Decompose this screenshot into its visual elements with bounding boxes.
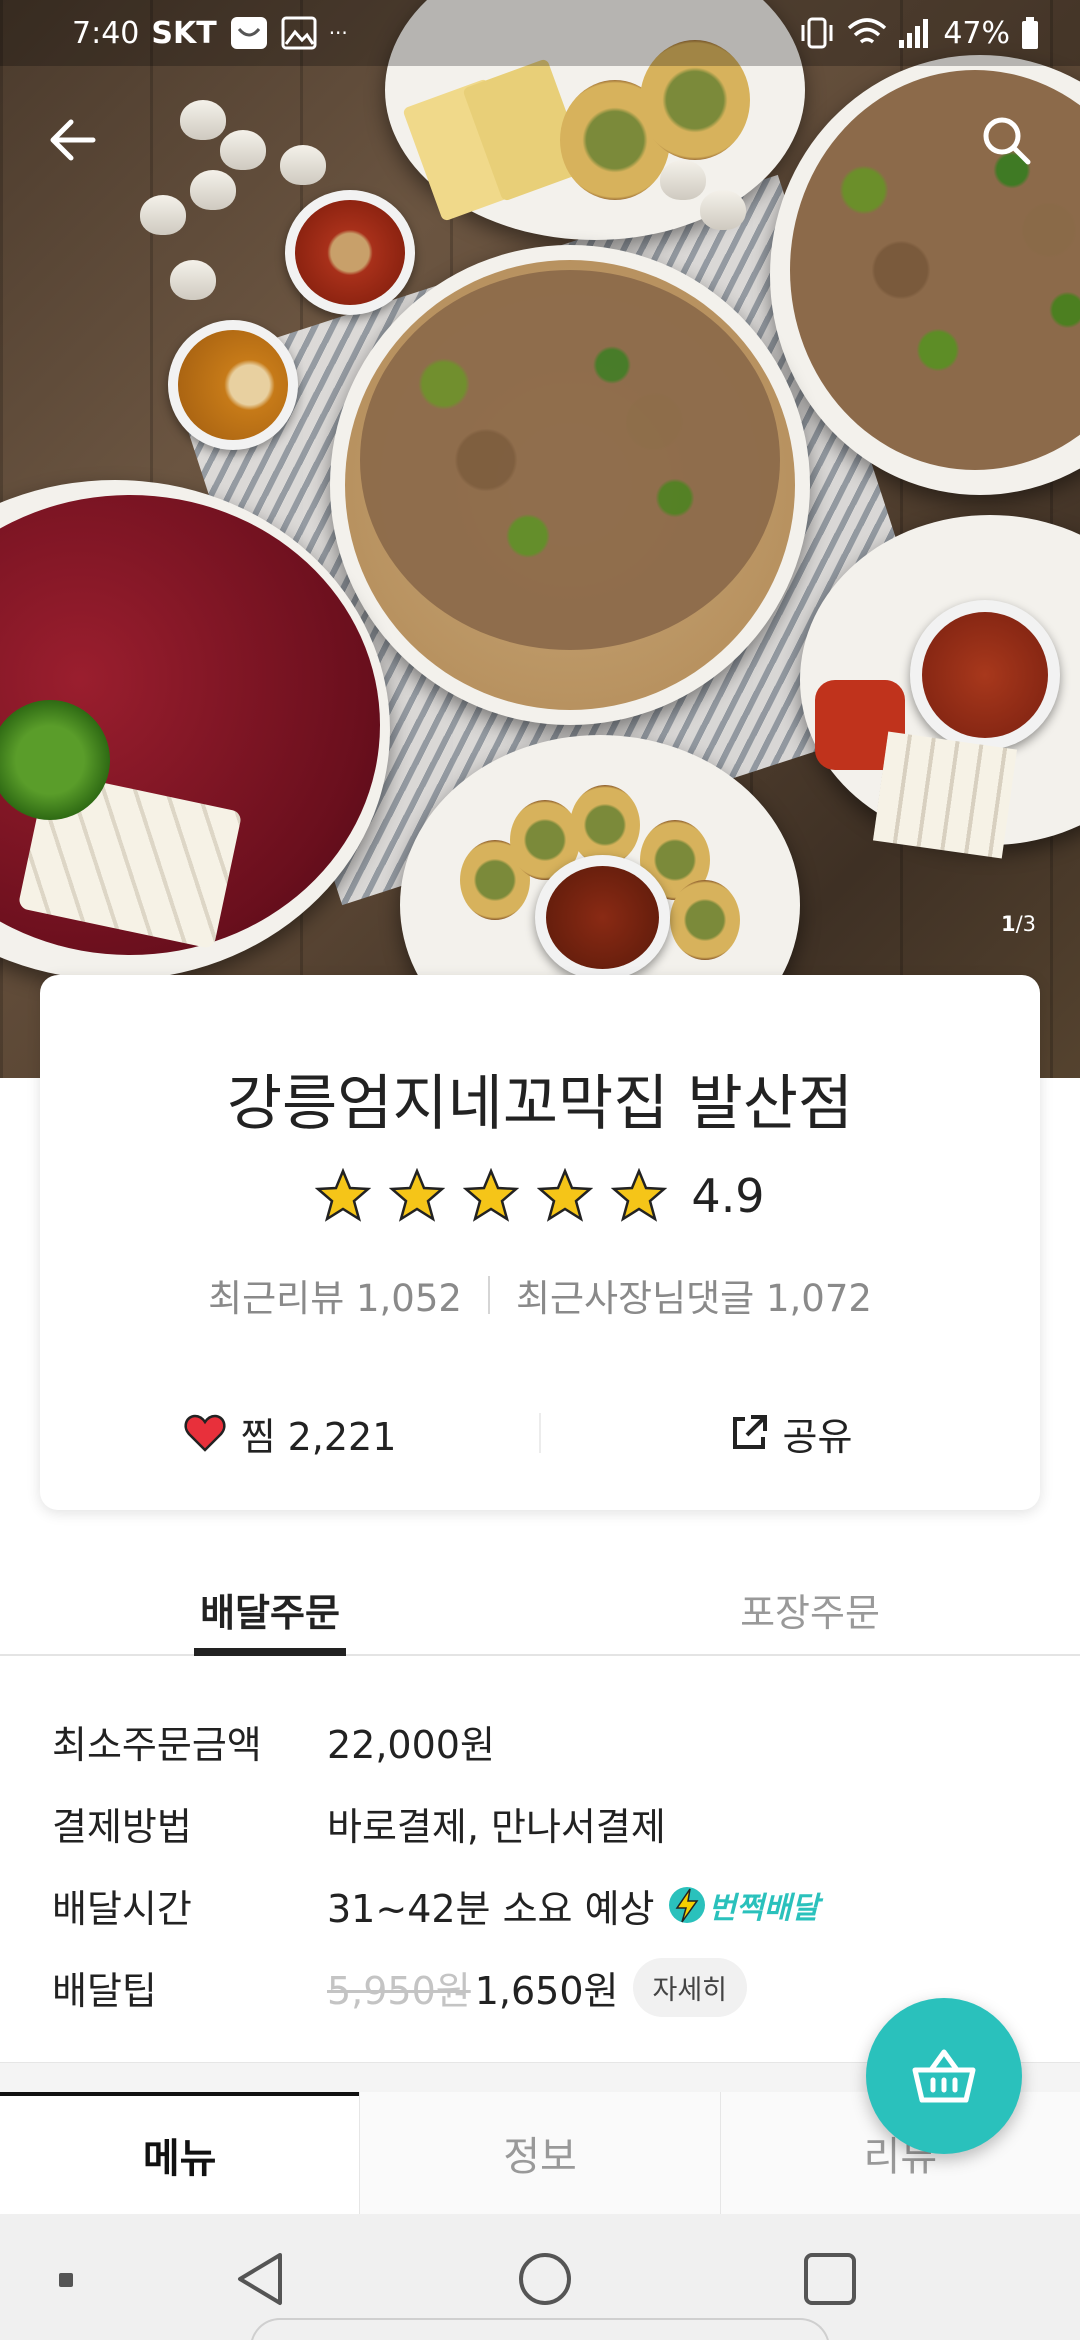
divider xyxy=(487,1276,490,1314)
star-icon xyxy=(389,1168,446,1222)
roll-slice xyxy=(570,785,640,865)
status-more: ··· xyxy=(328,21,348,45)
nav-back-button[interactable] xyxy=(225,2246,295,2312)
sauce-small-fill xyxy=(295,200,405,305)
delivery-tip-label: 배달팁 xyxy=(52,1968,157,2013)
min-order-label: 최소주문금액 xyxy=(52,1722,262,1767)
arrow-left-icon xyxy=(50,119,96,161)
delivery-time-label: 배달시간 xyxy=(52,1886,192,1931)
review-counts: 최근리뷰 1,052 최근사장님댓글 1,072 xyxy=(40,1268,1040,1322)
dot-icon xyxy=(59,2273,73,2287)
clam-shell xyxy=(700,190,746,230)
share-button[interactable]: 공유 xyxy=(541,1393,1040,1473)
flash-delivery-badge: 번쩍배달 xyxy=(667,1883,819,1927)
clam-shell xyxy=(220,130,266,170)
vibrate-icon xyxy=(801,17,833,49)
detail-row-delivery-tip: 배달팁 5,950원 1,650원 자세히 xyxy=(52,1946,1032,2028)
heart-icon xyxy=(184,1414,226,1452)
gallery-notification-icon xyxy=(281,16,317,50)
status-carrier: SKT xyxy=(151,15,217,51)
gesture-handle xyxy=(250,2318,830,2340)
nav-back-icon xyxy=(238,2253,282,2305)
detail-row-payment: 결제방법 바로결제, 만나서결제 xyxy=(52,1782,1032,1864)
star-icon xyxy=(463,1168,520,1222)
nav-recents-button[interactable] xyxy=(795,2244,865,2314)
signal-icon xyxy=(899,19,929,48)
order-details: 최소주문금액 22,000원 결제방법 바로결제, 만나서결제 배달시간 31~… xyxy=(52,1700,1032,2028)
detail-row-delivery-time: 배달시간 31~42분 소요 예상 번쩍배달 xyxy=(52,1864,1032,1946)
image-counter-current: 1 xyxy=(1000,912,1016,936)
nav-dot-button[interactable] xyxy=(52,2266,80,2294)
search-button[interactable] xyxy=(976,110,1036,170)
payment-label: 결제방법 xyxy=(52,1804,192,1849)
clam-shell xyxy=(660,160,706,200)
battery-icon xyxy=(1022,17,1038,49)
radish-sticks xyxy=(872,731,1018,859)
basket-icon xyxy=(912,2049,976,2103)
tab-pickup-order[interactable]: 포장주문 xyxy=(540,1560,1080,1654)
like-count: 2,221 xyxy=(287,1414,397,1459)
back-button[interactable] xyxy=(42,110,102,170)
rating-value: 4.9 xyxy=(691,1169,765,1223)
soy-sauce xyxy=(546,866,659,969)
tab-info[interactable]: 정보 xyxy=(359,2092,720,2214)
shop-name: 강릉엄지네꼬막집 발산점 xyxy=(226,1069,854,1139)
star-icon xyxy=(315,1168,372,1222)
tab-delivery-order[interactable]: 배달주문 xyxy=(0,1560,540,1654)
wifi-icon xyxy=(848,18,887,44)
delivery-time-value: 31~42분 소요 예상 xyxy=(327,1886,655,1931)
delivery-tip-values: 5,950원 1,650원 자세히 xyxy=(327,1957,748,2017)
image-counter: 1/3 xyxy=(1001,912,1036,936)
action-row: 찜 2,221 공유 xyxy=(40,1393,1040,1473)
tip-detail-button[interactable]: 자세히 xyxy=(632,1957,748,2017)
payment-value: 바로결제, 만나서결제 xyxy=(327,1804,666,1849)
status-bar: 7:40 SKT ··· 47% xyxy=(0,0,1080,66)
nav-home-icon xyxy=(519,2253,571,2305)
search-icon xyxy=(983,117,1031,165)
like-label: 찜 2,221 xyxy=(241,1406,397,1461)
detail-row-min-order: 최소주문금액 22,000원 xyxy=(52,1700,1032,1782)
star-icon xyxy=(611,1168,668,1222)
flash-delivery-label: 번쩍배달 xyxy=(708,1891,819,1926)
clam-shell xyxy=(170,260,216,300)
delivery-time-value-wrap: 31~42분 소요 예상 번쩍배달 xyxy=(327,1878,819,1933)
tab-menu[interactable]: 메뉴 xyxy=(0,2092,360,2214)
order-type-tabs: 배달주문 포장주문 xyxy=(0,1560,1080,1656)
min-order-value: 22,000원 xyxy=(327,1722,495,1767)
share-icon xyxy=(732,1415,767,1449)
sauce-red xyxy=(922,612,1048,738)
recent-reviews-link[interactable]: 최근리뷰 1,052 xyxy=(208,1268,462,1322)
cart-button[interactable] xyxy=(866,1998,1022,2154)
delivery-tip-value: 1,650원 xyxy=(474,1968,619,2013)
lightning-icon xyxy=(668,1887,705,1923)
app-notification-icon xyxy=(230,17,267,49)
hero-image[interactable]: 1/3 xyxy=(0,0,1080,1078)
like-text: 찜 xyxy=(240,1414,276,1459)
image-counter-total: /3 xyxy=(1015,912,1036,936)
shop-info-card: 강릉엄지네꼬막집 발산점 4.9 최근리뷰 1,052 최근사장님댓글 1,07… xyxy=(40,975,1040,1510)
clam-shell xyxy=(280,145,326,185)
nav-home-button[interactable] xyxy=(510,2244,580,2314)
sauce-small-fill xyxy=(178,330,288,440)
roll-slice xyxy=(670,880,740,960)
rating-row: 4.9 xyxy=(40,1168,1040,1224)
share-label: 공유 xyxy=(782,1414,853,1459)
nav-recents-icon xyxy=(804,2253,856,2305)
battery-percent: 47% xyxy=(943,15,1010,51)
like-button[interactable]: 찜 2,221 xyxy=(40,1393,539,1473)
clam-topping xyxy=(360,270,780,650)
star-icon xyxy=(537,1168,594,1222)
clam-shell xyxy=(190,170,236,210)
clam-shell xyxy=(140,195,186,235)
clam-shell xyxy=(180,100,226,140)
owner-replies-link[interactable]: 최근사장님댓글 1,072 xyxy=(516,1268,872,1322)
status-time: 7:40 xyxy=(72,15,140,51)
delivery-tip-original: 5,950원 xyxy=(327,1968,471,2013)
